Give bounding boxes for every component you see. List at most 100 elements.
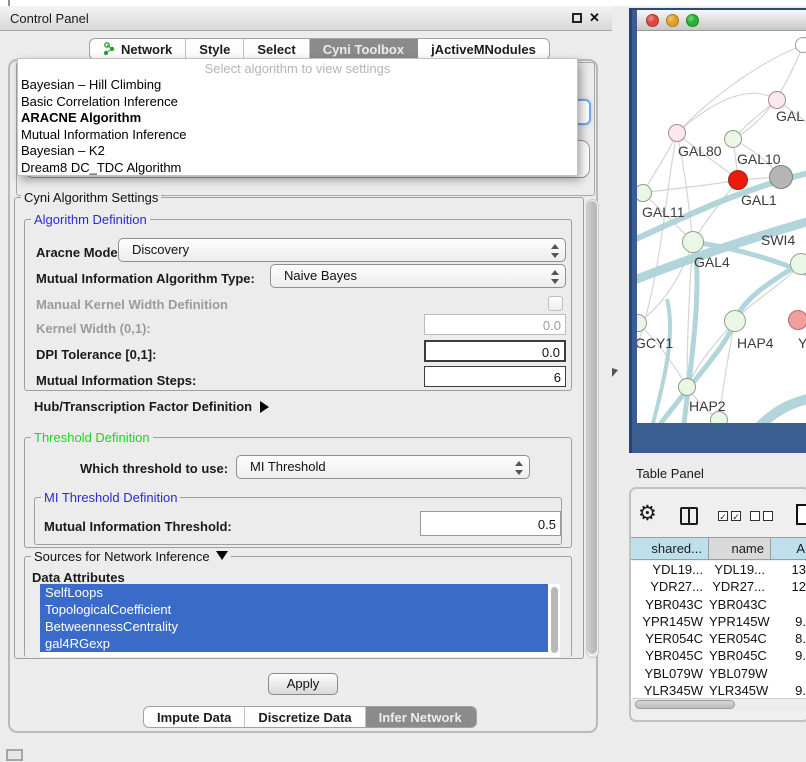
gear-icon[interactable]: ⚙ bbox=[638, 503, 657, 525]
unchecked-box-icon[interactable] bbox=[763, 511, 773, 521]
table-body: YDL19...YDL19...13YDR27...YDR27...12YBR0… bbox=[631, 561, 806, 699]
algorithm-option[interactable]: Bayesian – Hill Climbing bbox=[18, 77, 577, 94]
manual-kernel-checkbox[interactable] bbox=[548, 296, 563, 311]
document-icon[interactable] bbox=[796, 504, 806, 525]
minimize-traffic-light-icon[interactable] bbox=[666, 14, 679, 27]
node-label-gal10: GAL10 bbox=[737, 151, 781, 167]
threshold-definition-legend: Threshold Definition bbox=[31, 430, 153, 445]
algorithm-option[interactable]: Mutual Information Inference bbox=[18, 127, 577, 144]
mi-threshold-label: Mutual Information Threshold: bbox=[44, 519, 232, 534]
close-traffic-light-icon[interactable] bbox=[646, 14, 659, 27]
tab-infer-network[interactable]: Infer Network bbox=[366, 707, 476, 727]
data-attributes-list: SelfLoopsTopologicalCoefficientBetweenne… bbox=[40, 584, 560, 657]
columns-icon[interactable] bbox=[680, 507, 698, 525]
table-header-row: shared...nameA bbox=[631, 537, 806, 560]
mi-threshold-input[interactable]: 0.5 bbox=[420, 511, 561, 536]
table-row[interactable]: YLR345WYLR345W9. bbox=[631, 682, 806, 699]
expand-right-icon[interactable] bbox=[260, 401, 269, 413]
tab-cyni-toolbox[interactable]: Cyni Toolbox bbox=[310, 39, 418, 59]
tab-style[interactable]: Style bbox=[186, 39, 244, 59]
network-node-gray[interactable] bbox=[769, 165, 793, 189]
control-panel-tabs: Network StyleSelect Cyni Toolbox jActiveMNo… bbox=[89, 38, 550, 60]
settings-scrollbar-thumb[interactable] bbox=[587, 201, 597, 654]
bottom-left-widget[interactable] bbox=[6, 749, 23, 761]
table-row[interactable]: YDR27...YDR27...12 bbox=[631, 578, 806, 595]
table-cell: 8. bbox=[771, 630, 806, 647]
attribute-list-item[interactable]: gal4RGexp bbox=[40, 635, 548, 652]
mi-steps-input[interactable]: 6 bbox=[424, 366, 566, 387]
column-header-3[interactable]: A bbox=[771, 538, 806, 559]
tab-label: Infer Network bbox=[379, 710, 462, 725]
unchecked-box-icon[interactable] bbox=[750, 511, 760, 521]
expand-down-icon[interactable] bbox=[216, 551, 228, 560]
float-window-icon[interactable] bbox=[572, 13, 582, 23]
algorithm-placeholder: Select algorithm to view settings bbox=[18, 59, 577, 77]
hub-definition-toggle[interactable]: Hub/Transcription Factor Definition bbox=[34, 399, 269, 414]
tab-label: Cyni Toolbox bbox=[323, 42, 404, 57]
column-header-2[interactable]: name bbox=[709, 538, 771, 559]
mi-threshold-legend: MI Threshold Definition bbox=[41, 490, 180, 505]
network-canvas[interactable]: GALGAL80GAL10GAL1GAL11SWI4GAL4GCY1HAP4YH… bbox=[637, 31, 806, 423]
kernel-width-input[interactable]: 0.0 bbox=[424, 314, 566, 335]
algorithm-option[interactable]: Basic Correlation Inference bbox=[18, 94, 577, 111]
mouse-cursor bbox=[612, 368, 618, 377]
table-row[interactable]: YPR145WYPR145W9. bbox=[631, 613, 806, 630]
tab-jactivemnodules[interactable]: jActiveMNodules bbox=[418, 39, 549, 59]
attributes-scrollbar-thumb[interactable] bbox=[551, 587, 558, 653]
attribute-list-item[interactable]: TopologicalCoefficient bbox=[40, 601, 548, 618]
node-label-gal80: GAL80 bbox=[678, 143, 722, 159]
network-node-red[interactable] bbox=[728, 170, 748, 190]
table-hscrollbar-thumb[interactable] bbox=[635, 700, 735, 709]
dpi-tolerance-input[interactable]: 0.0 bbox=[424, 340, 566, 362]
apply-button[interactable]: Apply bbox=[268, 673, 338, 695]
table-panel-title: Table Panel bbox=[636, 466, 704, 481]
mi-type-select[interactable]: Naive Bayes bbox=[270, 264, 566, 288]
network-node-white[interactable] bbox=[795, 37, 806, 53]
table-cell: YDL19... bbox=[709, 561, 771, 578]
table-cell: YLR345W bbox=[709, 682, 771, 699]
dpi-tolerance-label: DPI Tolerance [0,1]: bbox=[36, 347, 156, 362]
tab-network[interactable]: Network bbox=[90, 39, 186, 59]
tab-label: jActiveMNodules bbox=[431, 42, 536, 57]
network-node-green[interactable] bbox=[724, 130, 742, 148]
algorithm-option[interactable]: ARACNE Algorithm bbox=[18, 110, 577, 127]
aracne-mode-select[interactable]: Discovery bbox=[118, 238, 566, 262]
checked-box-icon[interactable]: ✓ bbox=[718, 511, 728, 521]
mi-type-label: Mutual Information Algorithm Type: bbox=[36, 271, 255, 286]
algorithm-option[interactable]: Dream8 DC_TDC Algorithm bbox=[18, 160, 577, 176]
table-row[interactable]: YBR045CYBR045C9. bbox=[631, 647, 806, 664]
attribute-list-item[interactable]: SelfLoops bbox=[40, 584, 548, 601]
data-attributes-label: Data Attributes bbox=[32, 570, 125, 585]
tab-impute-data[interactable]: Impute Data bbox=[144, 707, 245, 727]
hub-definition-label: Hub/Transcription Factor Definition bbox=[34, 399, 252, 414]
which-threshold-select[interactable]: MI Threshold bbox=[236, 455, 530, 479]
checked-box-icon[interactable]: ✓ bbox=[731, 511, 741, 521]
table-row[interactable]: YDL19...YDL19...13 bbox=[631, 561, 806, 578]
network-node-green[interactable] bbox=[678, 378, 696, 396]
table-row[interactable]: YBR043CYBR043C bbox=[631, 596, 806, 613]
network-node-pink[interactable] bbox=[768, 91, 786, 109]
table-cell: YDR27... bbox=[709, 578, 771, 595]
network-node-green[interactable] bbox=[682, 231, 704, 253]
network-node-salmon[interactable] bbox=[788, 310, 806, 330]
table-cell: YBR043C bbox=[709, 596, 771, 613]
table-cell: 9. bbox=[771, 613, 806, 630]
network-window-titlebar[interactable] bbox=[637, 10, 806, 31]
network-node-pink[interactable] bbox=[668, 124, 686, 142]
network-node-green[interactable] bbox=[790, 253, 806, 275]
table-cell: YER054C bbox=[709, 630, 771, 647]
tab-discretize-data[interactable]: Discretize Data bbox=[245, 707, 365, 727]
table-cell bbox=[771, 665, 806, 682]
table-row[interactable]: YER054CYER054C8. bbox=[631, 630, 806, 647]
table-cell: 13 bbox=[771, 561, 806, 578]
tab-label: Network bbox=[121, 42, 172, 57]
network-node-green[interactable] bbox=[724, 310, 746, 332]
sources-legend: Sources for Network Inference bbox=[31, 549, 231, 564]
algorithm-option[interactable]: Bayesian – K2 bbox=[18, 143, 577, 160]
attribute-list-item[interactable]: BetweennessCentrality bbox=[40, 618, 548, 635]
column-header-1[interactable]: shared... bbox=[631, 538, 709, 559]
tab-select[interactable]: Select bbox=[244, 39, 309, 59]
close-icon[interactable]: ✕ bbox=[589, 10, 600, 26]
zoom-traffic-light-icon[interactable] bbox=[686, 14, 699, 27]
table-row[interactable]: YBL079WYBL079W bbox=[631, 665, 806, 682]
